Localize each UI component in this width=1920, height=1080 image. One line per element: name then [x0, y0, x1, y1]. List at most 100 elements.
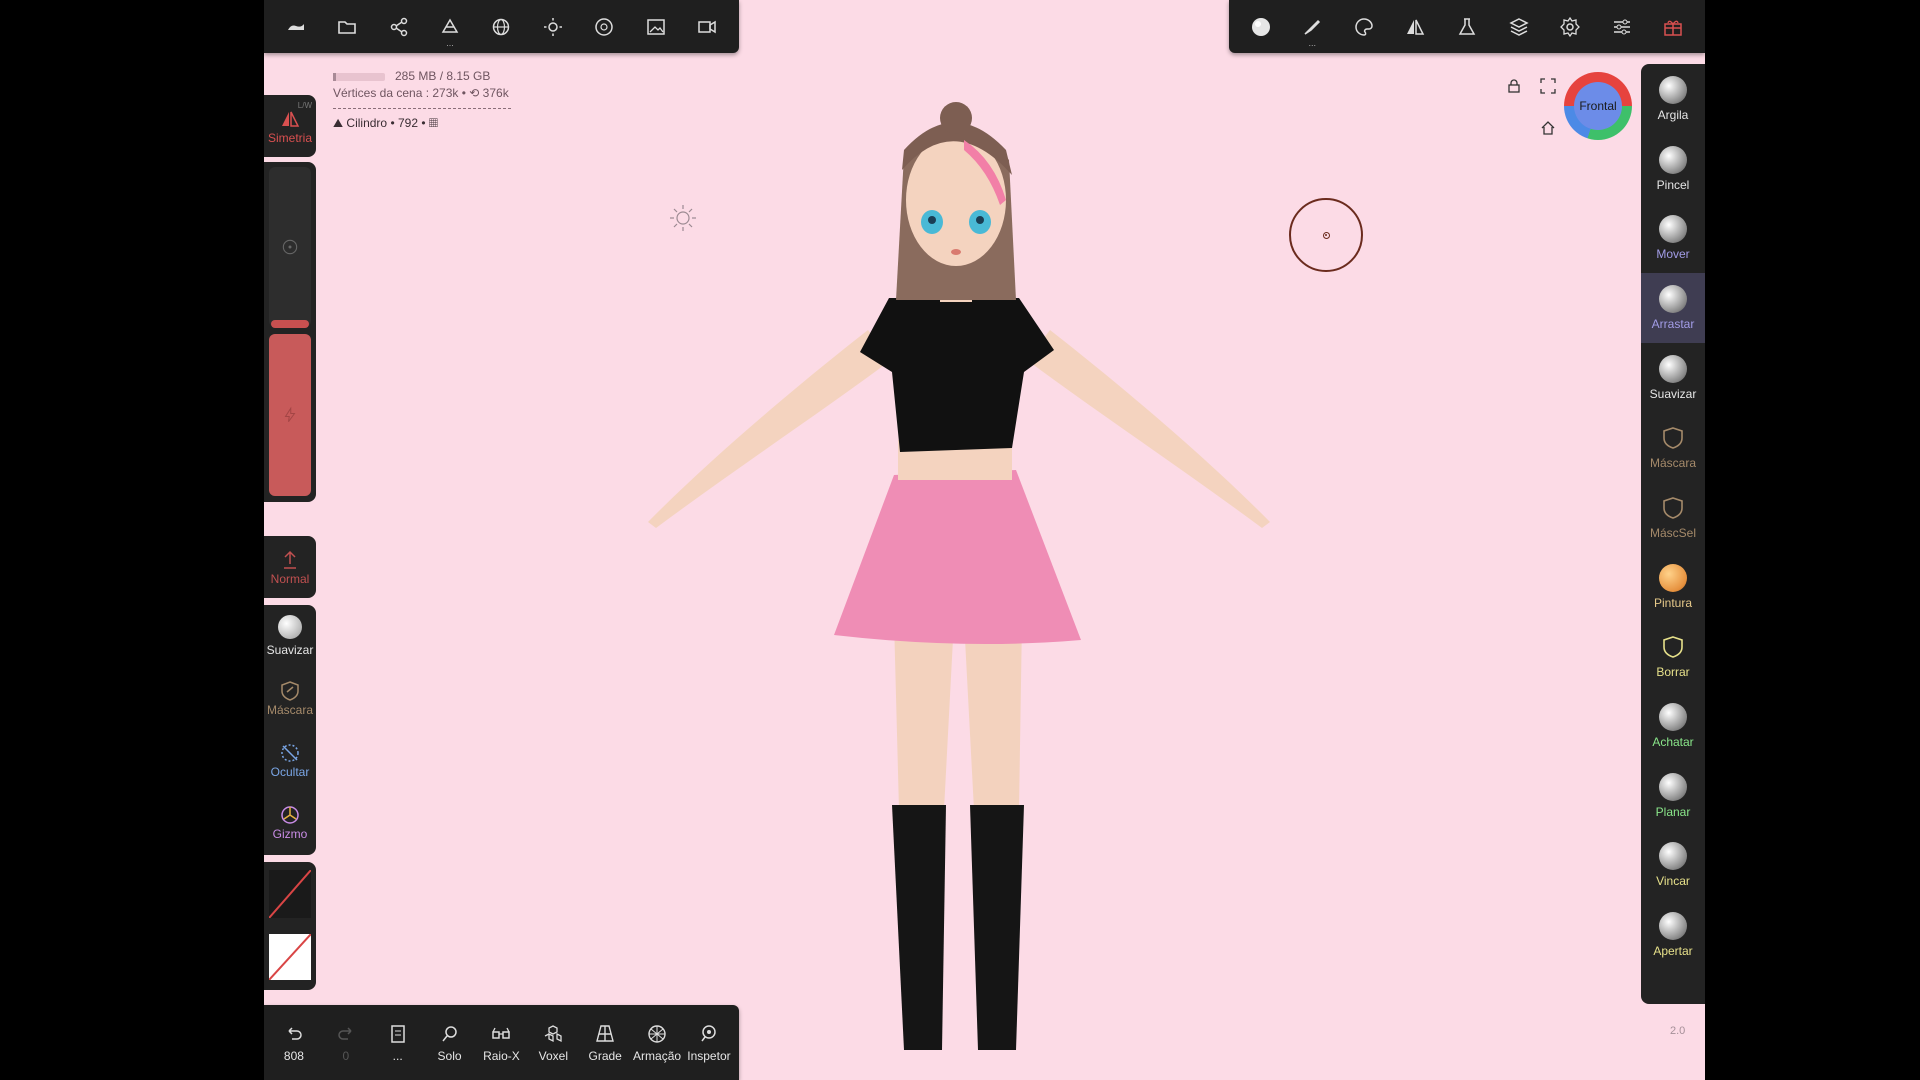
object-label: Cilindro • 792 • — [346, 116, 426, 130]
material-sphere-icon[interactable] — [1244, 10, 1278, 44]
sphere-grid-icon[interactable] — [484, 10, 518, 44]
image-icon[interactable] — [639, 10, 673, 44]
lightning-icon — [284, 406, 296, 423]
gift-icon[interactable] — [1656, 10, 1690, 44]
voxel-icon — [545, 1024, 562, 1042]
intensity-slider-handle[interactable] — [271, 320, 309, 328]
tool-label: MáscSel — [1649, 525, 1696, 540]
symmetry-badge: L/W — [297, 101, 312, 110]
symmetry-icon[interactable] — [1398, 10, 1432, 44]
voxel-button[interactable]: Voxel — [528, 1023, 578, 1063]
redo-button[interactable]: 0 — [321, 1023, 371, 1063]
top-toolbar-right: ... — [1229, 0, 1705, 53]
lock-icon[interactable] — [1506, 78, 1522, 99]
share-icon[interactable] — [382, 10, 416, 44]
brush-cursor — [1289, 198, 1363, 272]
normal-toggle[interactable]: Normal — [264, 536, 316, 598]
tool-sphere-icon — [1659, 494, 1687, 522]
wireframe-icon — [648, 1024, 666, 1043]
quick-tool-smooth[interactable]: Suavizar — [264, 605, 316, 667]
material-swatch[interactable] — [269, 870, 311, 918]
stroke-direction-panel: Normal — [264, 536, 316, 598]
radius-slider[interactable] — [269, 167, 311, 327]
tool-sphere-icon — [1659, 703, 1687, 732]
tool-pintura[interactable]: Pintura — [1641, 552, 1705, 622]
inspector-label: Inspetor — [687, 1048, 731, 1063]
tool-label: Vincar — [1656, 874, 1690, 889]
aperture-icon[interactable] — [587, 10, 621, 44]
view-cube-label: Frontal — [1574, 82, 1622, 130]
tool-mascara[interactable]: Máscara — [1641, 412, 1705, 482]
inspector-icon — [701, 1024, 716, 1041]
sliders-icon[interactable] — [1605, 10, 1639, 44]
tool-planar[interactable]: Planar — [1641, 761, 1705, 831]
tool-label: Apertar — [1653, 944, 1693, 959]
grid-label: Grade — [588, 1048, 622, 1063]
video-camera-icon[interactable] — [690, 10, 724, 44]
xray-button[interactable]: Raio-X — [476, 1023, 526, 1063]
layers-icon[interactable] — [1502, 10, 1536, 44]
palette-icon[interactable] — [1347, 10, 1381, 44]
wireframe-button[interactable]: Armação — [632, 1023, 682, 1063]
view-cube[interactable]: Frontal — [1564, 72, 1632, 140]
mesh-icon[interactable]: ... — [433, 10, 467, 47]
normal-label: Normal — [270, 572, 310, 586]
tool-argila[interactable]: Argila — [1641, 64, 1705, 134]
intensity-slider[interactable] — [269, 334, 311, 496]
symmetry-label: Simetria — [267, 131, 312, 145]
folder-icon[interactable] — [330, 10, 364, 44]
tool-sphere-icon — [1659, 772, 1687, 801]
inspector-button[interactable]: Inspetor — [684, 1023, 734, 1063]
version-label: 2.0 — [1670, 1025, 1686, 1037]
checker-icon: ▦ — [425, 116, 438, 130]
undo-icon — [288, 1026, 302, 1040]
tool-suavizar[interactable]: Suavizar — [1641, 343, 1705, 413]
settings-icon[interactable] — [1553, 10, 1587, 44]
tool-arrastar[interactable]: Arrastar — [1641, 273, 1705, 343]
radius-icon — [282, 239, 298, 255]
quick-tool-hide[interactable]: Ocultar — [264, 729, 316, 791]
tool-apertar[interactable]: Apertar — [1641, 900, 1705, 970]
tool-achatar[interactable]: Achatar — [1641, 691, 1705, 761]
tool-sphere-icon — [1659, 912, 1687, 941]
tool-label: Argila — [1657, 107, 1689, 122]
scene-info: 285 MB / 8.15 GB Vértices da cena : 273k… — [333, 68, 511, 132]
grid-button[interactable]: Grade — [580, 1023, 630, 1063]
color-swatch[interactable] — [269, 934, 311, 980]
tool-pincel[interactable]: Pincel — [1641, 134, 1705, 204]
quick-tool-gizmo[interactable]: Gizmo — [264, 791, 316, 853]
brush-sliders-panel — [264, 162, 316, 502]
scene-icon[interactable] — [279, 10, 313, 44]
flask-icon[interactable] — [1450, 10, 1484, 44]
xray-label: Raio-X — [483, 1048, 520, 1063]
brush-icon[interactable]: ... — [1295, 10, 1329, 47]
hide-label: Ocultar — [270, 765, 310, 779]
tool-borrar[interactable]: Borrar — [1641, 622, 1705, 692]
solo-button[interactable]: Solo — [425, 1023, 475, 1063]
light-marker-icon[interactable] — [669, 204, 697, 237]
quick-tool-mask[interactable]: Máscara — [264, 667, 316, 729]
document-icon — [390, 1024, 405, 1043]
home-icon[interactable] — [1540, 120, 1556, 141]
tool-vincar[interactable]: Vincar — [1641, 831, 1705, 901]
memory-label: 285 MB / 8.15 GB — [395, 69, 491, 83]
memory-bar — [333, 72, 385, 81]
symmetry-panel: L/W Simetria — [264, 95, 316, 157]
tool-label: Pincel — [1656, 177, 1690, 192]
viewport[interactable] — [264, 0, 1705, 1080]
fullscreen-icon[interactable] — [1540, 78, 1556, 99]
tool-mascsel[interactable]: MáscSel — [1641, 482, 1705, 552]
doc-button[interactable]: ... — [373, 1023, 423, 1063]
tool-sphere-icon — [1659, 145, 1687, 174]
tool-label: Arrastar — [1651, 316, 1695, 331]
tool-sphere-icon — [1659, 424, 1687, 452]
tool-mover[interactable]: Mover — [1641, 203, 1705, 273]
redo-count: 0 — [342, 1048, 350, 1063]
sun-icon[interactable] — [536, 10, 570, 44]
magnifier-icon — [441, 1025, 457, 1041]
character-model — [648, 102, 1270, 1050]
gizmo-label: Gizmo — [272, 827, 308, 841]
tool-sphere-icon — [1659, 842, 1687, 871]
symmetry-toggle[interactable]: L/W Simetria — [264, 95, 316, 157]
undo-button[interactable]: 808 — [269, 1023, 319, 1063]
